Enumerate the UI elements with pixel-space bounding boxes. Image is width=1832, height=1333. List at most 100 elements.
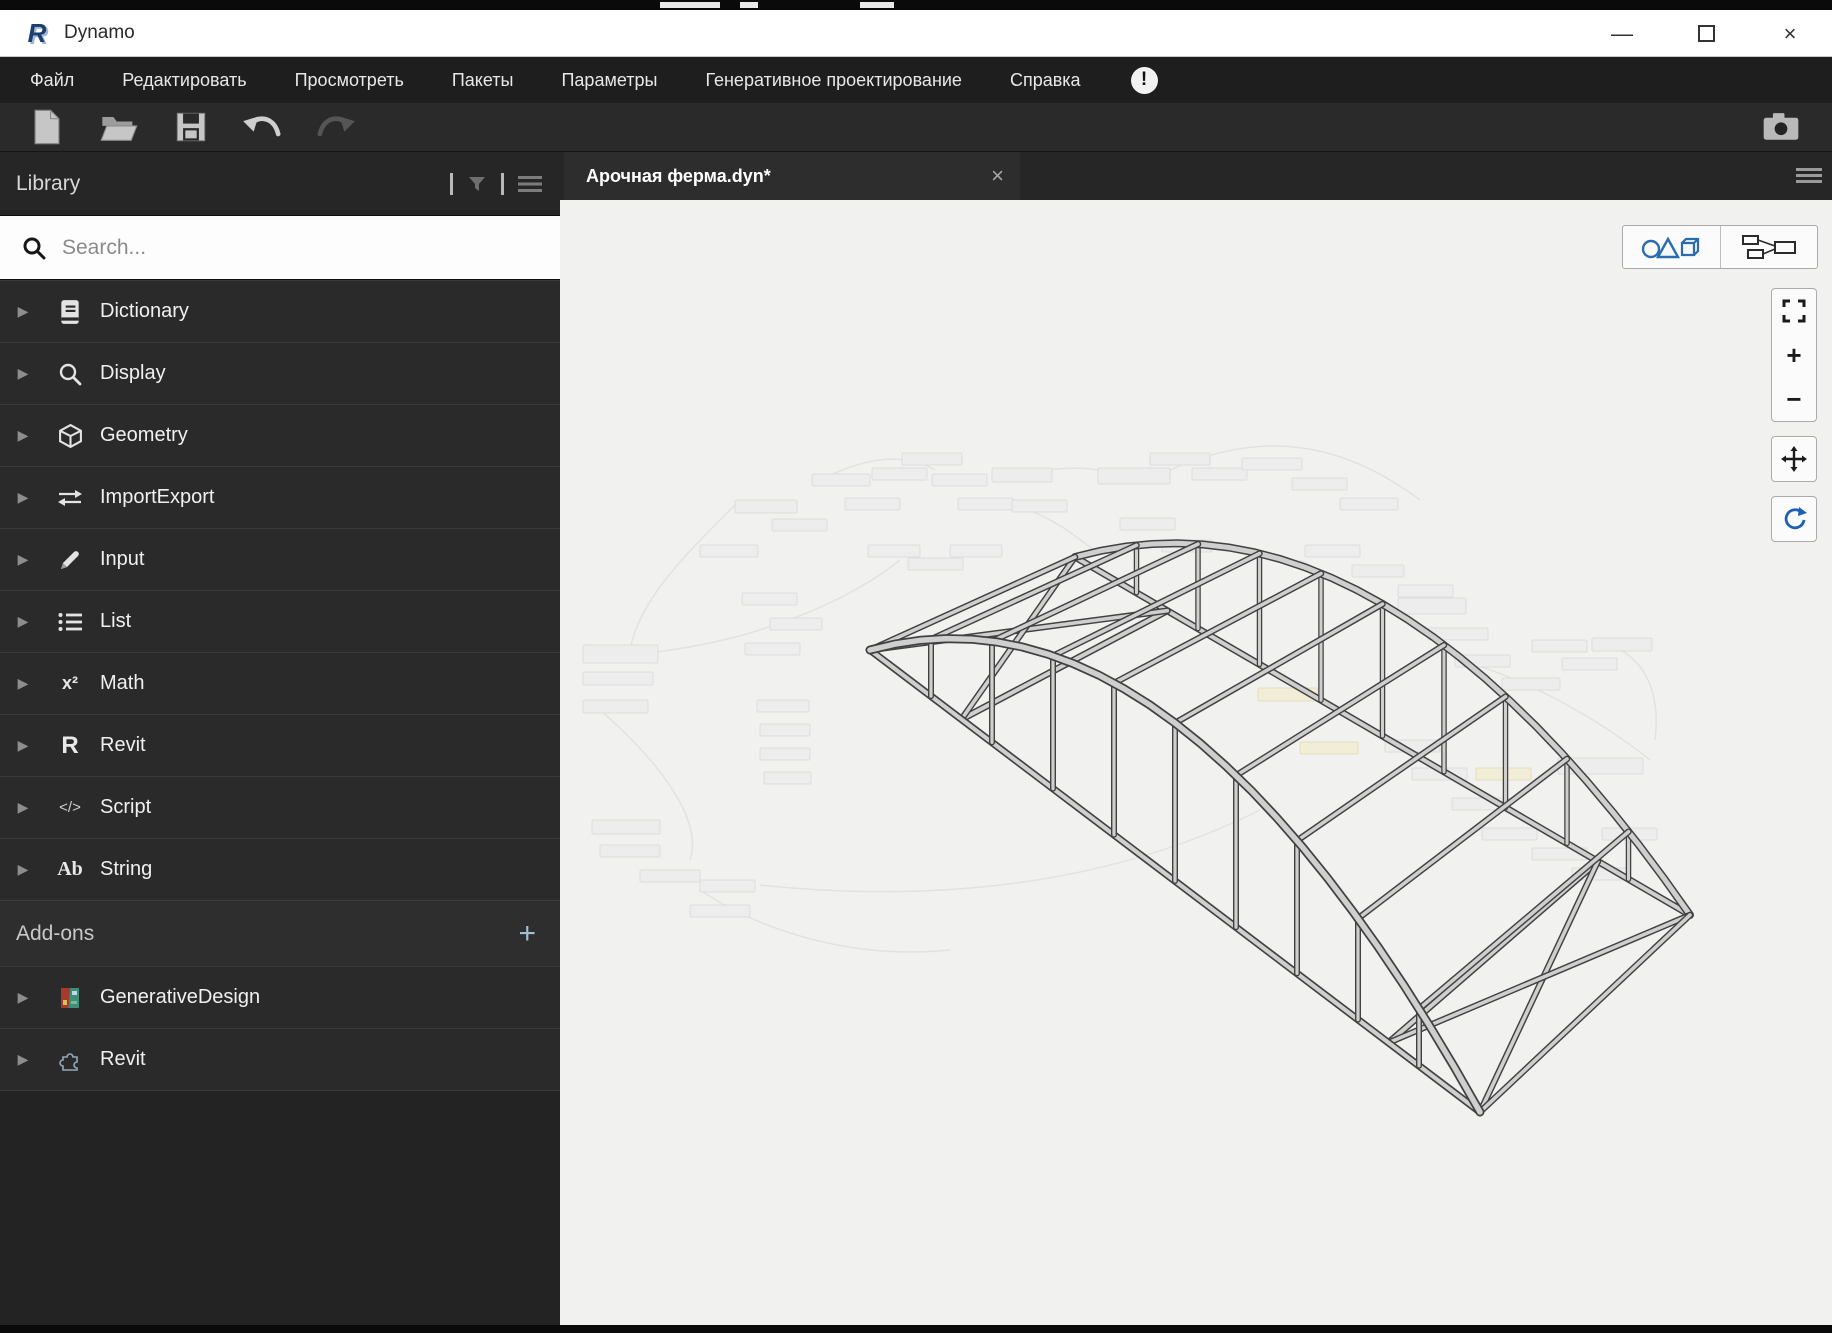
viewport-controls: + − bbox=[1771, 288, 1817, 542]
new-file-button[interactable] bbox=[18, 106, 76, 148]
workspace-canvas[interactable]: + − bbox=[560, 200, 1832, 1325]
divider bbox=[450, 173, 453, 195]
sidebar-item-label: ImportExport bbox=[100, 486, 214, 509]
menu-bar: Файл Редактировать Просмотреть Пакеты Па… bbox=[0, 57, 1832, 103]
library-panel: Library ▶ bbox=[0, 152, 560, 1325]
sidebar-item-input[interactable]: ▶ Input bbox=[0, 528, 560, 590]
zoom-fit-button[interactable] bbox=[1772, 289, 1816, 333]
sidebar-item-dictionary[interactable]: ▶ Dictionary bbox=[0, 280, 560, 342]
library-title: Library bbox=[16, 172, 450, 196]
graph-view-button[interactable] bbox=[1720, 226, 1818, 268]
geometry-view-button[interactable] bbox=[1623, 226, 1720, 268]
graph-view-icon bbox=[1741, 234, 1797, 260]
menu-packages[interactable]: Пакеты bbox=[428, 57, 538, 103]
expander-arrow-icon[interactable]: ▶ bbox=[0, 675, 46, 692]
divider bbox=[501, 173, 504, 195]
sidebar-item-label: Input bbox=[100, 548, 144, 571]
camera-icon bbox=[1761, 112, 1801, 142]
open-file-button[interactable] bbox=[90, 106, 148, 148]
library-header: Library bbox=[0, 152, 560, 216]
tab-bar-menu-icon[interactable] bbox=[1796, 165, 1822, 185]
new-file-icon bbox=[30, 108, 64, 146]
orbit-control bbox=[1771, 496, 1817, 542]
list-icon bbox=[57, 611, 83, 633]
zoom-in-button[interactable]: + bbox=[1772, 333, 1816, 377]
search-input[interactable] bbox=[60, 235, 560, 261]
menu-generative-design[interactable]: Генеративное проектирование bbox=[681, 57, 986, 103]
sidebar-item-string[interactable]: ▶ Ab String bbox=[0, 838, 560, 900]
notification-alert-icon[interactable]: ! bbox=[1131, 67, 1158, 94]
menu-view[interactable]: Просмотреть bbox=[271, 57, 428, 103]
filter-funnel-icon[interactable] bbox=[467, 174, 487, 194]
sidebar-item-list[interactable]: ▶ List bbox=[0, 590, 560, 652]
script-icon: </> bbox=[59, 799, 81, 816]
maximize-icon bbox=[1698, 25, 1715, 42]
menu-file[interactable]: Файл bbox=[0, 57, 98, 103]
tab-close-icon[interactable]: × bbox=[991, 163, 1004, 189]
expander-arrow-icon[interactable]: ▶ bbox=[0, 1051, 46, 1068]
add-package-button[interactable]: + bbox=[518, 917, 536, 951]
addons-header: Add-ons + bbox=[0, 900, 560, 966]
sidebar-item-label: Dictionary bbox=[100, 300, 189, 323]
expander-arrow-icon[interactable]: ▶ bbox=[0, 303, 46, 320]
save-button[interactable] bbox=[162, 106, 220, 148]
window-title: Dynamo bbox=[64, 22, 135, 44]
top-edge-dash bbox=[740, 2, 758, 8]
sidebar-item-label: String bbox=[100, 858, 152, 881]
sidebar-item-geometry[interactable]: ▶ Geometry bbox=[0, 404, 560, 466]
sidebar-item-math[interactable]: ▶ x² Math bbox=[0, 652, 560, 714]
sidebar-item-display[interactable]: ▶ Display bbox=[0, 342, 560, 404]
tab-title: Арочная ферма.dyn* bbox=[586, 166, 991, 187]
save-icon bbox=[174, 110, 208, 144]
library-empty-area bbox=[0, 1090, 560, 1280]
top-edge-strip bbox=[0, 0, 1832, 10]
library-menu-icon[interactable] bbox=[518, 174, 542, 194]
expander-arrow-icon[interactable]: ▶ bbox=[0, 613, 46, 630]
pan-button[interactable] bbox=[1772, 437, 1816, 481]
undo-button[interactable] bbox=[234, 106, 292, 148]
import-export-icon bbox=[57, 487, 83, 509]
expander-arrow-icon[interactable]: ▶ bbox=[0, 737, 46, 754]
addons-title: Add-ons bbox=[16, 922, 518, 946]
export-image-button[interactable] bbox=[1752, 106, 1810, 148]
string-icon: Ab bbox=[57, 858, 83, 881]
menu-help[interactable]: Справка bbox=[986, 57, 1105, 103]
expander-arrow-icon[interactable]: ▶ bbox=[0, 551, 46, 568]
expander-arrow-icon[interactable]: ▶ bbox=[0, 799, 46, 816]
menu-edit[interactable]: Редактировать bbox=[98, 57, 270, 103]
sidebar-item-label: Math bbox=[100, 672, 144, 695]
zoom-out-button[interactable]: − bbox=[1772, 377, 1816, 421]
redo-button[interactable] bbox=[306, 106, 364, 148]
expander-arrow-icon[interactable]: ▶ bbox=[0, 365, 46, 382]
undo-icon bbox=[242, 111, 284, 143]
search-bar bbox=[0, 216, 560, 280]
maximize-button[interactable] bbox=[1664, 10, 1748, 57]
expander-arrow-icon[interactable]: ▶ bbox=[0, 427, 46, 444]
cube-icon bbox=[58, 423, 83, 449]
expander-arrow-icon[interactable]: ▶ bbox=[0, 489, 46, 506]
expander-arrow-icon[interactable]: ▶ bbox=[0, 861, 46, 878]
title-bar: R Dynamo — × bbox=[0, 10, 1832, 57]
close-button[interactable]: × bbox=[1748, 10, 1832, 57]
expander-arrow-icon[interactable]: ▶ bbox=[0, 989, 46, 1006]
sidebar-item-label: GenerativeDesign bbox=[100, 986, 260, 1009]
bottom-edge-strip bbox=[0, 1325, 1832, 1333]
truss-3d-preview bbox=[560, 200, 1832, 1325]
window-controls: — × bbox=[1580, 10, 1832, 57]
workspace-tab[interactable]: Арочная ферма.dyn* × bbox=[564, 152, 1020, 200]
menu-settings[interactable]: Параметры bbox=[537, 57, 681, 103]
redo-icon bbox=[314, 111, 356, 143]
pan-icon bbox=[1781, 446, 1807, 472]
rotate-button[interactable] bbox=[1772, 497, 1816, 541]
rotate-icon bbox=[1781, 506, 1807, 532]
sidebar-item-importexport[interactable]: ▶ ImportExport bbox=[0, 466, 560, 528]
sidebar-item-label: Revit bbox=[100, 734, 146, 757]
magnifier-icon bbox=[58, 362, 82, 386]
book-icon bbox=[58, 299, 82, 325]
sidebar-item-script[interactable]: ▶ </> Script bbox=[0, 776, 560, 838]
sidebar-item-revit-addon[interactable]: ▶ Revit bbox=[0, 1028, 560, 1090]
minimize-button[interactable]: — bbox=[1580, 10, 1664, 57]
sidebar-item-revit[interactable]: ▶ R Revit bbox=[0, 714, 560, 776]
dynamo-window: R Dynamo — × Файл Редактировать Просмотр… bbox=[0, 0, 1832, 1333]
sidebar-item-generativedesign[interactable]: ▶ GenerativeDesign bbox=[0, 966, 560, 1028]
